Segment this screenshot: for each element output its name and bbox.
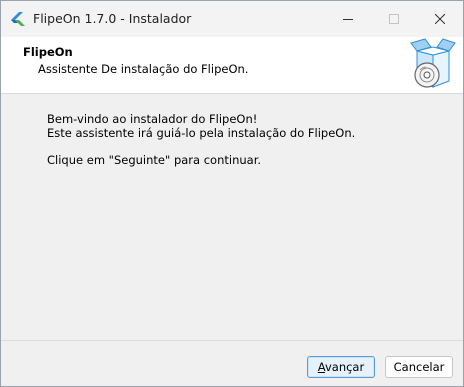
installer-window: FlipeOn 1.7.0 - Instalador FlipeOn Assis… xyxy=(0,0,464,387)
cancel-button-label: Cancelar xyxy=(393,360,445,374)
minimize-icon xyxy=(343,19,353,20)
close-icon xyxy=(435,14,445,24)
cancel-button[interactable]: Cancelar xyxy=(385,356,453,378)
next-button[interactable]: Avançar xyxy=(307,356,375,378)
installer-header: FlipeOn Assistente De instalação do Flip… xyxy=(1,37,463,94)
next-button-mnemonic: A xyxy=(317,360,325,374)
window-title: FlipeOn 1.7.0 - Instalador xyxy=(33,11,192,26)
continue-instruction: Clique em "Seguinte" para continuar. xyxy=(47,153,262,167)
maximize-button[interactable] xyxy=(371,1,417,37)
next-button-label: vançar xyxy=(324,360,365,374)
header-title: FlipeOn xyxy=(23,45,73,59)
close-button[interactable] xyxy=(417,1,463,37)
footer-divider xyxy=(1,340,463,341)
maximize-icon xyxy=(389,14,399,24)
welcome-text: Bem-vindo ao instalador do FlipeOn! xyxy=(47,112,258,126)
installer-box-icon xyxy=(410,38,456,88)
header-subtitle: Assistente De instalação do FlipeOn. xyxy=(38,62,249,76)
welcome-content: Bem-vindo ao instalador do FlipeOn! Este… xyxy=(1,94,463,338)
title-bar[interactable]: FlipeOn 1.7.0 - Instalador xyxy=(1,1,463,37)
assistant-description: Este assistente irá guiá-lo pela instala… xyxy=(47,126,356,140)
flipeon-app-icon xyxy=(11,12,25,26)
minimize-button[interactable] xyxy=(325,1,371,37)
